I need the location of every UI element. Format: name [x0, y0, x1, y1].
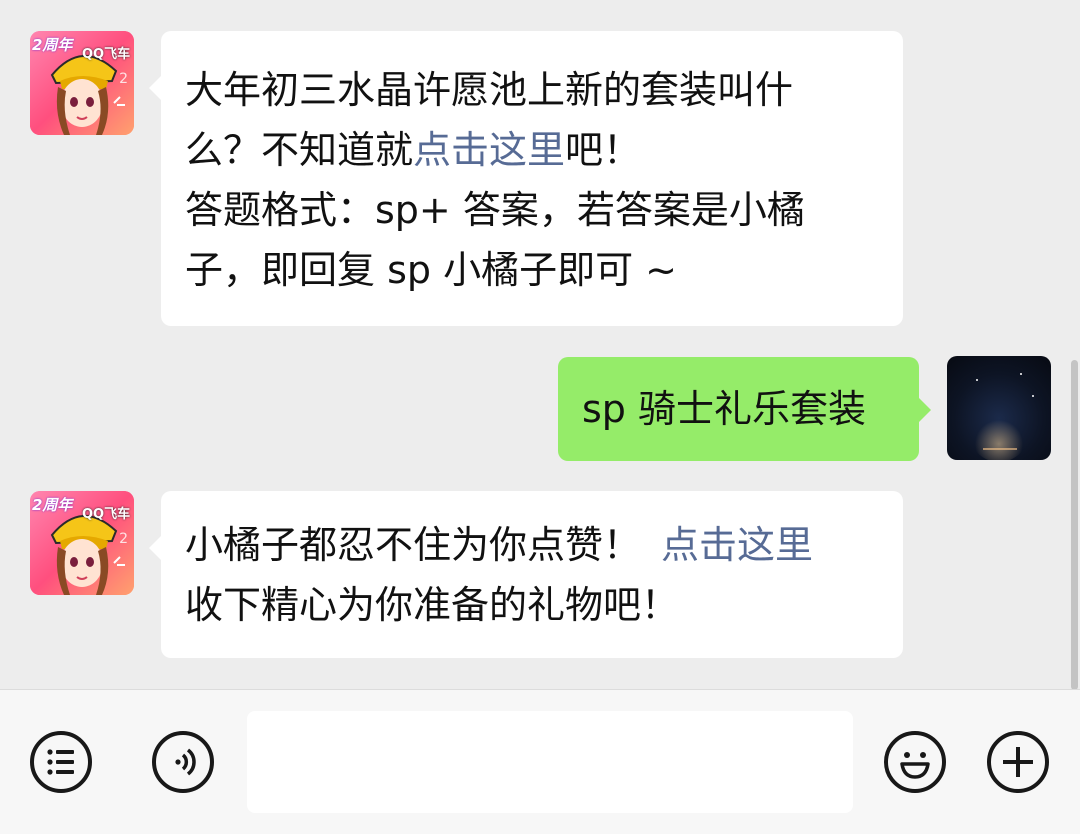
bot-avatar[interactable]: 2周年 QQ飞车 2: [30, 31, 134, 135]
bot-avatar-badge: 2周年: [32, 36, 73, 54]
user-message-bubble[interactable]: sp 骑士礼乐套装: [558, 357, 931, 461]
bot-avatar-logo: QQ飞车: [82, 507, 131, 522]
bot-avatar-logo: QQ飞车: [82, 47, 131, 62]
bot-message-bubble[interactable]: 小橘子都忍不住为你点赞！ 点击这里 收下精心为你准备的礼物吧！: [149, 491, 903, 658]
bot-avatar-deco: 2: [119, 71, 128, 87]
bot-avatar[interactable]: 2周年 QQ飞车 2: [30, 491, 134, 595]
scrollbar[interactable]: [1071, 360, 1078, 689]
message-text: 小橘子都忍不住为你点赞！: [185, 523, 642, 567]
click-here-link[interactable]: 点击这里: [661, 523, 813, 567]
user-avatar[interactable]: [947, 356, 1051, 460]
message-text: 么？不知道就: [185, 128, 414, 172]
message-line: 么？不知道就点击这里吧！: [185, 120, 879, 180]
message-line: 大年初三水晶许愿池上新的套装叫什: [185, 68, 794, 112]
menu-button[interactable]: [30, 731, 92, 793]
plus-button[interactable]: [987, 731, 1049, 793]
message-line: 收下精心为你准备的礼物吧！: [185, 583, 680, 627]
emoji-icon: [900, 752, 930, 779]
bot-message-bubble[interactable]: 大年初三水晶许愿池上新的套装叫什 么？不知道就点击这里吧！ 答题格式：sp+ 答…: [149, 31, 903, 326]
bot-avatar-deco: 2: [119, 531, 128, 547]
input-bar: [0, 689, 1080, 834]
message-line: 小橘子都忍不住为你点赞！ 点击这里: [185, 515, 879, 575]
message-line: sp 骑士礼乐套装: [582, 387, 866, 431]
bot-avatar-badge: 2周年: [32, 496, 73, 514]
message-line: 答题格式：sp+ 答案，若答案是小橘: [185, 188, 805, 232]
emoji-button[interactable]: [884, 731, 946, 793]
menu-list-icon: [47, 749, 74, 775]
moon-night-icon: [969, 373, 1034, 460]
click-here-link[interactable]: 点击这里: [413, 128, 565, 172]
voice-icon: [175, 748, 196, 776]
message-line: 子，即回复 sp 小橘子即可 ~: [185, 248, 677, 292]
voice-button[interactable]: [152, 731, 214, 793]
plus-icon: [1003, 747, 1033, 777]
chat-area[interactable]: 2周年 QQ飞车 2 大年初三水晶许愿池上新的套装叫什 么？不知道就点击这里吧！…: [0, 0, 1080, 689]
message-input[interactable]: [247, 711, 853, 813]
message-text: 吧！: [565, 128, 642, 172]
